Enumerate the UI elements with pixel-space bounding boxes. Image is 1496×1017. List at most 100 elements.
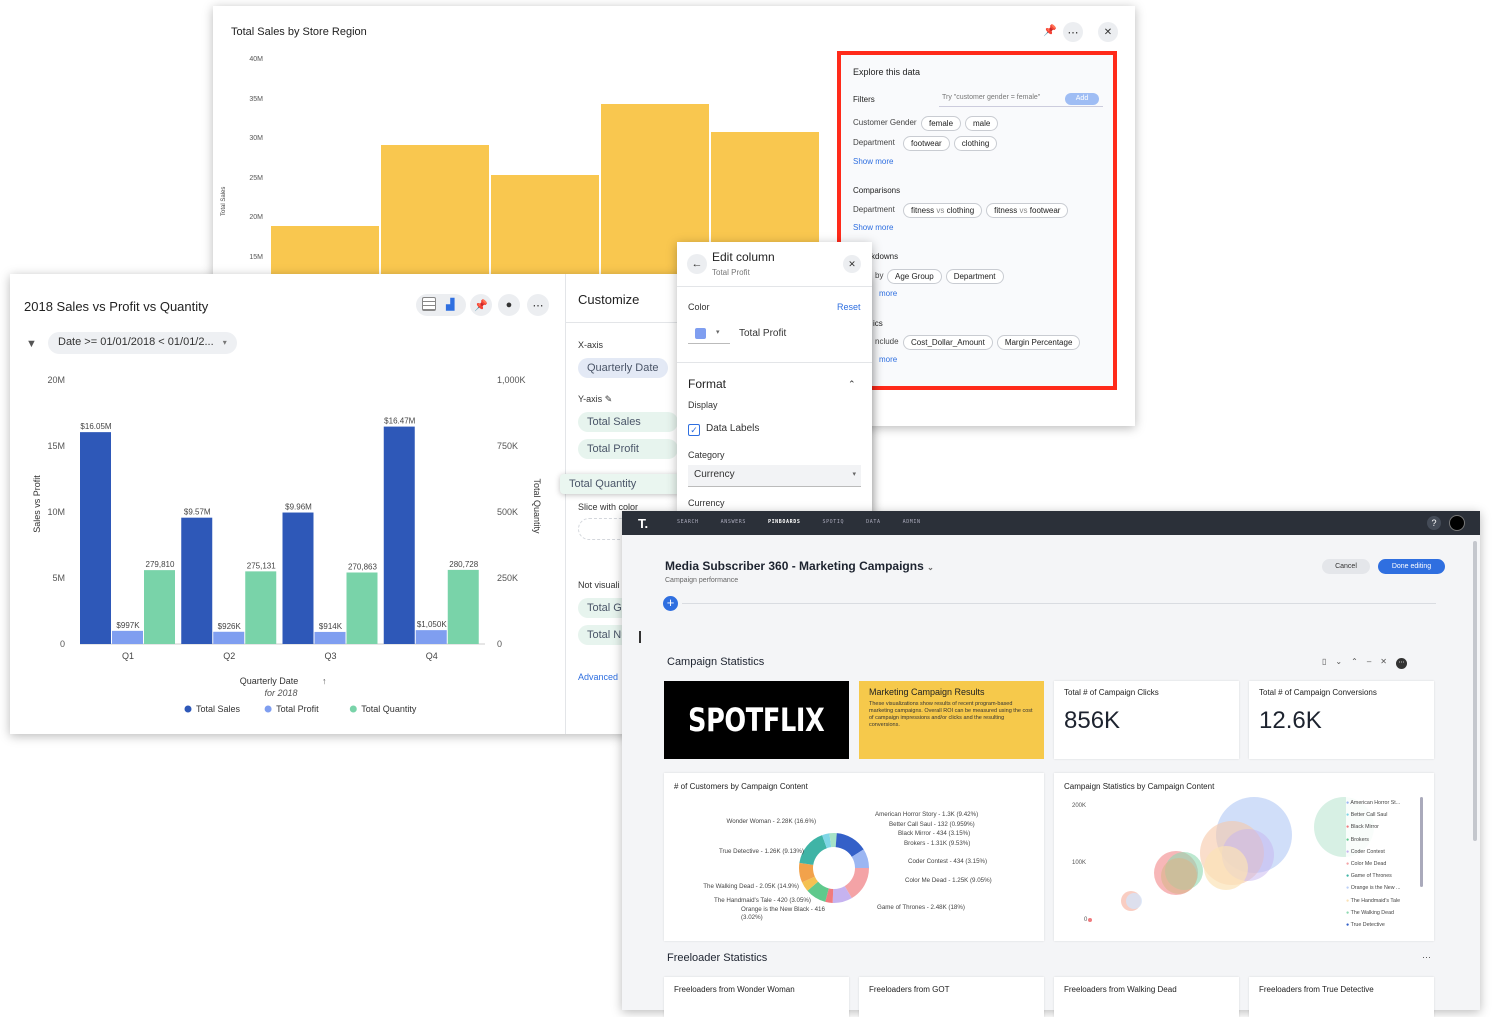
freeloader-card[interactable]: Freeloaders from True Detective	[1249, 977, 1434, 1017]
more-icon[interactable]: ⋯	[1395, 658, 1407, 669]
minus-icon[interactable]: –	[1367, 657, 1380, 666]
color-picker[interactable]: ▾	[688, 322, 730, 344]
nav-data[interactable]: DATA	[866, 519, 880, 525]
chevron-up-icon[interactable]: ⌃	[1351, 657, 1367, 666]
bar-total-sales[interactable]	[181, 517, 213, 644]
legend-scrollbar[interactable]	[1420, 797, 1423, 887]
chevron-down-icon[interactable]: ⌄	[927, 563, 934, 572]
back-bar[interactable]	[491, 175, 599, 286]
kpi-clicks-tile[interactable]: Total # of Campaign Clicks 856K	[1054, 681, 1239, 759]
gender-label: Customer Gender	[853, 118, 917, 127]
chip-female[interactable]: female	[921, 116, 962, 131]
chevron-down-icon[interactable]: ⌄	[1335, 657, 1351, 666]
chip-margin[interactable]: Margin Percentage	[996, 335, 1081, 350]
cancel-button[interactable]: Cancel	[1322, 559, 1370, 574]
freeloader-card[interactable]: Freeloaders from Walking Dead	[1054, 977, 1239, 1017]
pin-icon[interactable]: 📌	[1043, 24, 1057, 37]
bar-total-profit[interactable]	[415, 630, 447, 644]
done-editing-button[interactable]: Done editing	[1378, 559, 1445, 574]
more-icon[interactable]: ⋯	[527, 294, 549, 316]
freeloader-card[interactable]: Freeloaders from Wonder Woman	[664, 977, 849, 1017]
legend-item[interactable]: ● Brokers	[1346, 834, 1426, 846]
bubble[interactable]	[1204, 846, 1248, 890]
doc-icon[interactable]: ▯	[1322, 657, 1335, 666]
chip-footwear[interactable]: footwear	[903, 136, 950, 151]
chevron-up-icon[interactable]: ⌃	[848, 379, 856, 390]
bar-total-sales[interactable]	[80, 432, 111, 644]
y-axis-pill-profit[interactable]: Total Profit	[578, 439, 678, 459]
avatar[interactable]	[1449, 515, 1465, 531]
legend-item[interactable]: ● The Walking Dead	[1346, 907, 1426, 919]
back-bar[interactable]	[381, 145, 489, 286]
legend-item[interactable]: ● Game of Thrones	[1346, 870, 1426, 882]
chip-clothing[interactable]: clothing	[953, 136, 998, 151]
bar-total-quantity[interactable]	[447, 569, 479, 644]
legend-item[interactable]: ● Coder Contest	[1346, 846, 1426, 858]
chip-age-group[interactable]: Age Group	[887, 269, 942, 284]
page-scrollbar[interactable]	[1473, 541, 1477, 841]
bar-total-quantity[interactable]	[144, 570, 175, 644]
thoughtspot-logo-icon[interactable]: T.	[638, 516, 648, 531]
chip-department[interactable]: Department	[945, 269, 1004, 284]
bar-total-sales[interactable]	[383, 426, 415, 644]
kpi-conversions-tile[interactable]: Total # of Campaign Conversions 12.6K	[1249, 681, 1434, 759]
legend-item[interactable]: ● Black Mirror	[1346, 821, 1426, 833]
bar-total-profit[interactable]	[112, 630, 143, 644]
bar-total-profit[interactable]	[213, 631, 245, 644]
pencil-icon[interactable]: ✎	[605, 394, 613, 404]
bubble-chart-card[interactable]: Campaign Statistics by Campaign Content …	[1054, 773, 1434, 941]
donut-chart-card[interactable]: # of Customers by Campaign Content Wonde…	[664, 773, 1044, 941]
nav-pinboards[interactable]: PINBOARDS	[768, 519, 801, 525]
table-icon[interactable]	[422, 297, 436, 311]
bubble[interactable]	[1088, 918, 1092, 922]
add-icon[interactable]: +	[663, 596, 678, 611]
spotflix-logo-tile[interactable]: SPOTFLIX	[664, 681, 849, 759]
more-link[interactable]: more	[879, 289, 897, 298]
chip-male[interactable]: male	[965, 116, 999, 131]
legend-item[interactable]: ● Orange is the New ...	[1346, 882, 1426, 894]
add-button[interactable]: Add	[1065, 93, 1099, 105]
legend-item[interactable]: ● American Horror St...	[1346, 797, 1426, 809]
back-arrow-icon[interactable]: ←	[687, 254, 707, 274]
nav-spotiq[interactable]: SPOTIQ	[822, 519, 844, 525]
close-icon[interactable]: ✕	[843, 255, 861, 273]
chip-fitness-footwear[interactable]: fitness vs footwear	[986, 203, 1069, 218]
bar-total-quantity[interactable]	[245, 571, 277, 644]
legend-item[interactable]: ● The Handmaid's Tale	[1346, 895, 1426, 907]
reset-link[interactable]: Reset	[837, 302, 861, 312]
show-more-link[interactable]: Show more	[853, 223, 893, 232]
advanced-link[interactable]: Advanced	[578, 672, 618, 682]
nav-search[interactable]: SEARCH	[677, 519, 699, 525]
chart-icon[interactable]: ▟	[446, 298, 454, 311]
legend-item[interactable]: ● True Detective	[1346, 919, 1426, 931]
help-icon[interactable]: ?	[1427, 516, 1441, 530]
more-link[interactable]: more	[879, 355, 897, 364]
close-icon[interactable]: ✕	[1098, 22, 1118, 42]
y-axis-pill-sales[interactable]: Total Sales	[578, 412, 678, 432]
bubble[interactable]	[1126, 893, 1142, 909]
data-labels-checkbox[interactable]: ✓	[688, 424, 700, 436]
note-tile[interactable]: Marketing Campaign Results These visuali…	[859, 681, 1044, 759]
dragging-pill-quantity[interactable]: Total Quantity	[560, 474, 680, 494]
bar-total-sales[interactable]	[282, 512, 314, 644]
chip-fitness-clothing[interactable]: fitness vs clothing	[903, 203, 983, 218]
legend-item[interactable]: ● Color Me Dead	[1346, 858, 1426, 870]
filter-icon[interactable]: ▼	[26, 338, 37, 350]
more-icon[interactable]: ⋯	[1422, 952, 1431, 963]
x-axis-pill[interactable]: Quarterly Date	[578, 358, 668, 378]
chip-cost[interactable]: Cost_Dollar_Amount	[903, 335, 993, 350]
bar-total-quantity[interactable]	[346, 572, 378, 644]
lightbulb-icon[interactable]: ●	[498, 294, 520, 316]
date-filter-chip[interactable]: Date >= 01/01/2018 < 01/01/2... ▾	[48, 332, 237, 354]
bar-total-profit[interactable]	[314, 631, 346, 644]
nav-admin[interactable]: ADMIN	[903, 519, 921, 525]
close-icon[interactable]: ✕	[1380, 657, 1396, 666]
legend-item[interactable]: ● Better Call Saul	[1346, 809, 1426, 821]
show-more-link[interactable]: Show more	[853, 157, 893, 166]
bubble[interactable]	[1161, 858, 1197, 894]
category-select[interactable]: Currency ▾	[688, 465, 861, 487]
freeloader-card[interactable]: Freeloaders from GOT	[859, 977, 1044, 1017]
pin-icon[interactable]: 📌	[470, 294, 492, 316]
nav-answers[interactable]: ANSWERS	[721, 519, 746, 525]
more-icon[interactable]: ⋯	[1063, 22, 1083, 42]
